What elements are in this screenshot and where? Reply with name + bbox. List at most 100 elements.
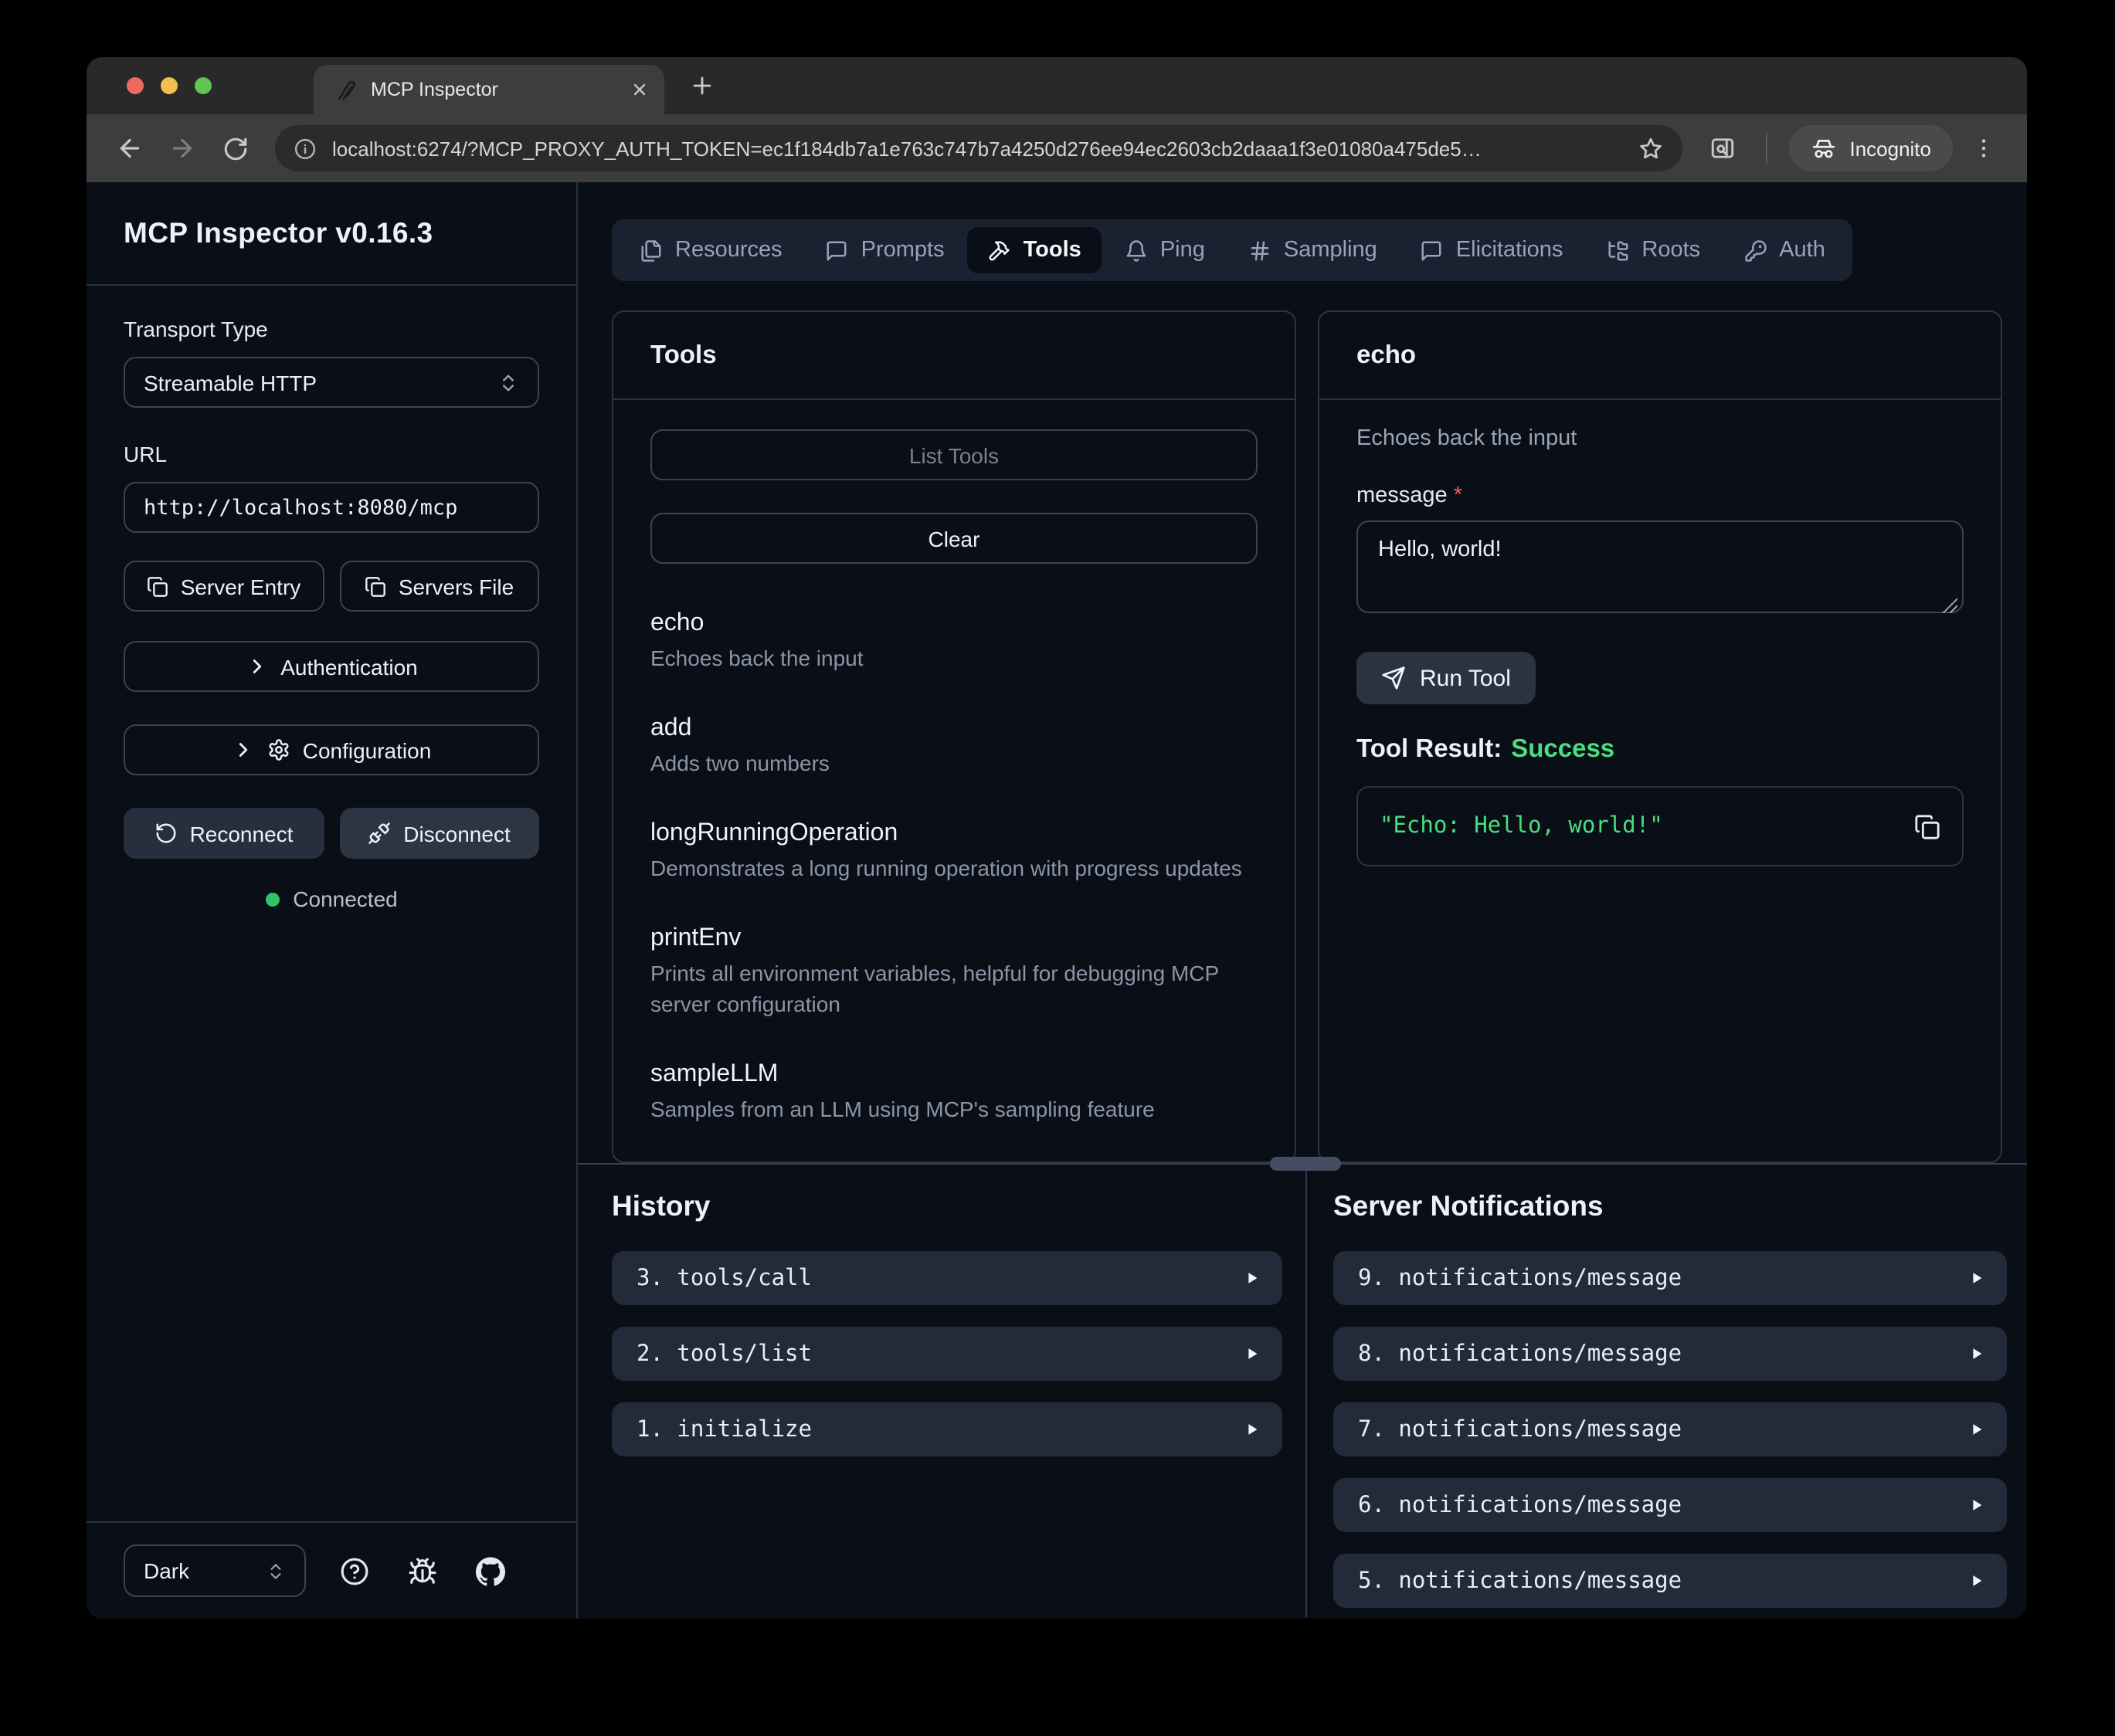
maximize-window-button[interactable] (195, 77, 212, 94)
tool-description: Prints all environment variables, helpfu… (650, 958, 1258, 1019)
panel-splitter[interactable] (578, 1163, 2027, 1165)
tab-auth[interactable]: Auth (1723, 227, 1845, 273)
tool-description: Adds two numbers (650, 748, 1258, 778)
search-tabs-panel-icon[interactable] (1701, 127, 1744, 170)
run-tool-label: Run Tool (1420, 665, 1511, 691)
expand-icon[interactable] (1968, 1345, 1985, 1362)
entry-buttons-row: Server Entry Servers File (124, 561, 539, 612)
tab-elicitations[interactable]: Elicitations (1400, 227, 1584, 273)
expand-icon[interactable] (1968, 1421, 1985, 1438)
servers-file-button[interactable]: Servers File (339, 561, 539, 612)
site-info-icon[interactable] (294, 137, 317, 160)
notification-rows: 9. notifications/message 8. notification… (1333, 1251, 2007, 1608)
notification-row[interactable]: 6. notifications/message (1333, 1478, 2007, 1532)
connection-status: Connected (124, 887, 539, 911)
url-text[interactable]: localhost:6274/?MCP_PROXY_AUTH_TOKEN=ec1… (332, 137, 1622, 160)
tab-roots[interactable]: Roots (1586, 227, 1720, 273)
tab-close-icon[interactable] (630, 80, 649, 99)
history-row[interactable]: 2. tools/list (612, 1327, 1282, 1381)
tab-prompts[interactable]: Prompts (806, 227, 965, 273)
notification-row[interactable]: 8. notifications/message (1333, 1327, 2007, 1381)
copy-result-icon[interactable] (1914, 813, 1940, 839)
reconnect-button[interactable]: Reconnect (124, 808, 324, 859)
tool-result-value: "Echo: Hello, world!" (1380, 814, 1914, 839)
notification-row[interactable]: 5. notifications/message (1333, 1554, 2007, 1608)
field-label-text: message (1356, 483, 1448, 508)
tool-detail-header: echo (1319, 312, 2001, 400)
help-icon[interactable] (341, 1556, 370, 1585)
expand-icon[interactable] (1968, 1572, 1985, 1589)
tab-ping[interactable]: Ping (1105, 227, 1225, 273)
forward-icon[interactable] (161, 127, 204, 170)
browser-menu-icon[interactable] (1962, 127, 2005, 170)
tool-list-item-samplellm[interactable]: sampleLLM Samples from an LLM using MCP'… (650, 1060, 1258, 1124)
server-notifications-panel: Server Notifications 9. notifications/me… (1307, 1165, 2027, 1617)
tab-label: Elicitations (1456, 238, 1563, 263)
tool-list-item-echo[interactable]: echo Echoes back the input (650, 609, 1258, 673)
server-url-input[interactable] (124, 482, 539, 533)
address-bar[interactable]: localhost:6274/?MCP_PROXY_AUTH_TOKEN=ec1… (275, 125, 1682, 171)
authentication-button[interactable]: Authentication (124, 641, 539, 692)
message-field[interactable]: Hello, world! (1356, 520, 1964, 613)
resize-grip-icon[interactable] (1942, 598, 1957, 613)
tool-detail-title: echo (1356, 341, 1416, 370)
server-entry-button[interactable]: Server Entry (124, 561, 324, 612)
run-tool-button[interactable]: Run Tool (1356, 652, 1536, 704)
tool-list-item-add[interactable]: add Adds two numbers (650, 714, 1258, 778)
window-controls (87, 57, 212, 114)
back-icon[interactable] (108, 127, 151, 170)
tab-resources[interactable]: Resources (620, 227, 803, 273)
required-asterisk: * (1454, 483, 1462, 508)
tools-panel-header: Tools (613, 312, 1295, 400)
minimize-window-button[interactable] (161, 77, 178, 94)
list-tools-button[interactable]: List Tools (650, 429, 1258, 480)
bug-icon[interactable] (408, 1556, 437, 1585)
tab-label: Auth (1779, 238, 1825, 263)
incognito-glasses-icon (1811, 135, 1837, 161)
history-row[interactable]: 3. tools/call (612, 1251, 1282, 1305)
tool-detail-body: Echoes back the input message * Hello, w… (1319, 400, 2001, 866)
browser-window: MCP Inspector (87, 57, 2027, 1619)
tool-description: Samples from an LLM using MCP's sampling… (650, 1093, 1258, 1124)
transport-type-select[interactable]: Streamable HTTP (124, 357, 539, 408)
app-title: MCP Inspector v0.16.3 (124, 216, 433, 250)
bell-icon (1125, 239, 1148, 262)
browser-tab[interactable]: MCP Inspector (314, 65, 664, 114)
notification-row[interactable]: 9. notifications/message (1333, 1251, 2007, 1305)
panels: Tools List Tools Clear (612, 310, 2002, 1163)
expand-icon[interactable] (1968, 1497, 1985, 1514)
chevrons-up-down-icon (497, 371, 519, 393)
tool-detail-panel: echo Echoes back the input message * Hel… (1318, 310, 2002, 1163)
tab-label: Sampling (1284, 238, 1377, 263)
theme-select[interactable]: Dark (124, 1544, 306, 1597)
sidebar-body: Transport Type Streamable HTTP URL (87, 286, 576, 1521)
server-notifications-title: Server Notifications (1333, 1189, 2007, 1226)
configuration-button[interactable]: Configuration (124, 724, 539, 775)
expand-icon[interactable] (1244, 1345, 1261, 1362)
reload-icon[interactable] (213, 127, 256, 170)
url-label: URL (124, 442, 539, 466)
expand-icon[interactable] (1244, 1270, 1261, 1287)
tab-tools[interactable]: Tools (968, 227, 1102, 273)
toolbar-divider (1766, 133, 1767, 164)
disconnect-button[interactable]: Disconnect (339, 808, 539, 859)
expand-icon[interactable] (1244, 1421, 1261, 1438)
clear-button[interactable]: Clear (650, 513, 1258, 564)
main-content: Resources Prompts Tools Ping (578, 182, 2027, 1619)
new-tab-button[interactable] (689, 73, 715, 99)
tool-result-status: Success (1511, 735, 1614, 763)
github-icon[interactable] (475, 1556, 504, 1585)
tab-sampling[interactable]: Sampling (1228, 227, 1397, 273)
tools-panel-body: List Tools Clear echo Echoes back the in… (613, 400, 1295, 1161)
notification-row[interactable]: 7. notifications/message (1333, 1402, 2007, 1456)
tool-list-item-longrunningoperation[interactable]: longRunningOperation Demonstrates a long… (650, 819, 1258, 883)
splitter-drag-handle[interactable] (1270, 1157, 1341, 1171)
history-row[interactable]: 1. initialize (612, 1402, 1282, 1456)
tool-list-item-printenv[interactable]: printEnv Prints all environment variable… (650, 924, 1258, 1019)
mcp-inspector-app: MCP Inspector v0.16.3 Transport Type Str… (87, 182, 2027, 1619)
sidebar-header: MCP Inspector v0.16.3 (87, 182, 576, 286)
bookmark-star-icon[interactable] (1638, 135, 1664, 161)
close-window-button[interactable] (127, 77, 144, 94)
expand-icon[interactable] (1968, 1270, 1985, 1287)
history-rows: 3. tools/call 2. tools/list (612, 1251, 1282, 1456)
